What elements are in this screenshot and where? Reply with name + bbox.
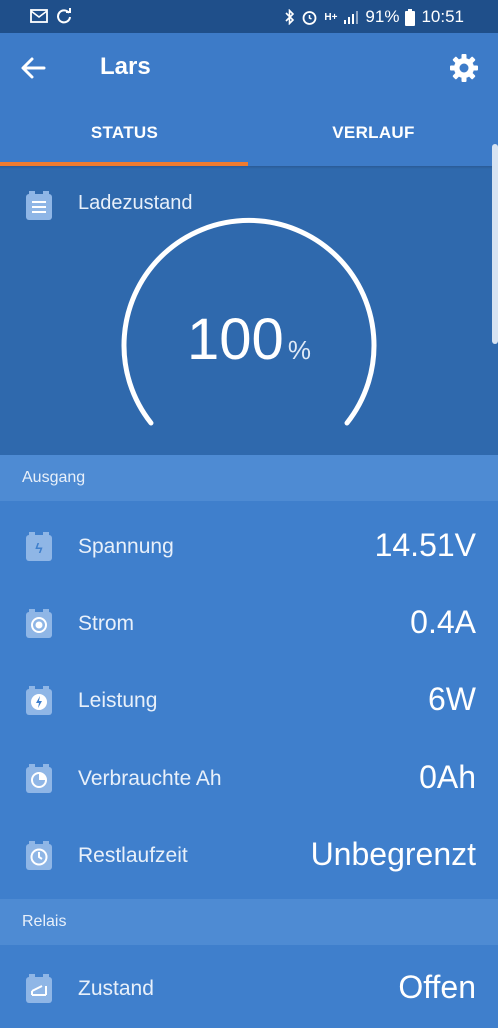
row-label: Leistung	[78, 689, 158, 712]
row-label: Strom	[78, 612, 135, 635]
battery-list-icon	[26, 191, 52, 220]
list-item-spannung: ϟ Spannung 14.51V	[0, 509, 498, 586]
voltage-icon: ϟ	[26, 532, 52, 561]
list-item-zustand: Zustand Offen	[0, 951, 498, 1028]
soc-number: 100	[187, 307, 284, 372]
battery-icon	[405, 8, 416, 26]
row-value: Offen	[398, 969, 476, 1005]
battery-percent: 91%	[365, 7, 400, 26]
row-value: 6W	[428, 681, 476, 717]
row-label: Restlaufzeit	[78, 844, 188, 867]
section-title-relay: Relais	[22, 913, 67, 930]
row-label: Zustand	[78, 977, 154, 1000]
tab-status[interactable]: STATUS	[0, 103, 249, 166]
alarm-icon	[302, 11, 317, 25]
status-bar: H+ 91% 10:51	[0, 0, 498, 33]
network-type: H+	[324, 11, 338, 23]
row-value: 14.51V	[374, 527, 476, 563]
state-of-charge-label: Ladezustand	[78, 192, 193, 214]
tab-bar: STATUS VERLAUF	[0, 103, 498, 166]
page-title: Lars	[100, 53, 151, 80]
row-label: Verbrauchte Ah	[78, 767, 222, 790]
signal-icon	[344, 11, 359, 24]
list-item-leistung: Leistung 6W	[0, 663, 498, 740]
tab-verlauf[interactable]: VERLAUF	[249, 103, 498, 166]
tab-shadow	[0, 166, 498, 169]
app-bar: Lars	[0, 33, 498, 103]
time-remaining-icon	[26, 841, 52, 870]
section-header-output: Ausgang	[0, 455, 498, 501]
section-title-output: Ausgang	[22, 469, 86, 486]
back-arrow-icon[interactable]	[20, 54, 48, 82]
soc-unit: %	[287, 335, 311, 365]
list-item-verbrauchte-ah: Verbrauchte Ah 0Ah	[0, 741, 498, 818]
sync-icon	[57, 8, 71, 24]
gear-icon[interactable]	[448, 52, 480, 84]
row-value: Unbegrenzt	[310, 836, 476, 872]
bluetooth-icon	[285, 9, 295, 25]
row-value: 0Ah	[419, 759, 476, 795]
list-item-restlaufzeit: Restlaufzeit Unbegrenzt	[0, 818, 498, 895]
list-item-strom: Strom 0.4A	[0, 586, 498, 663]
mail-icon	[30, 9, 48, 23]
row-value: 0.4A	[410, 604, 476, 640]
row-label: Spannung	[78, 535, 174, 558]
state-of-charge-panel: Ladezustand 100%	[0, 166, 498, 455]
scrollbar[interactable]	[492, 144, 498, 344]
clock: 10:51	[421, 7, 464, 26]
current-icon	[26, 609, 52, 638]
section-header-relay: Relais	[0, 899, 498, 945]
relay-state-icon	[26, 974, 52, 1003]
soc-value: 100%	[0, 306, 498, 373]
consumed-ah-icon	[26, 764, 52, 793]
power-icon	[26, 686, 52, 715]
